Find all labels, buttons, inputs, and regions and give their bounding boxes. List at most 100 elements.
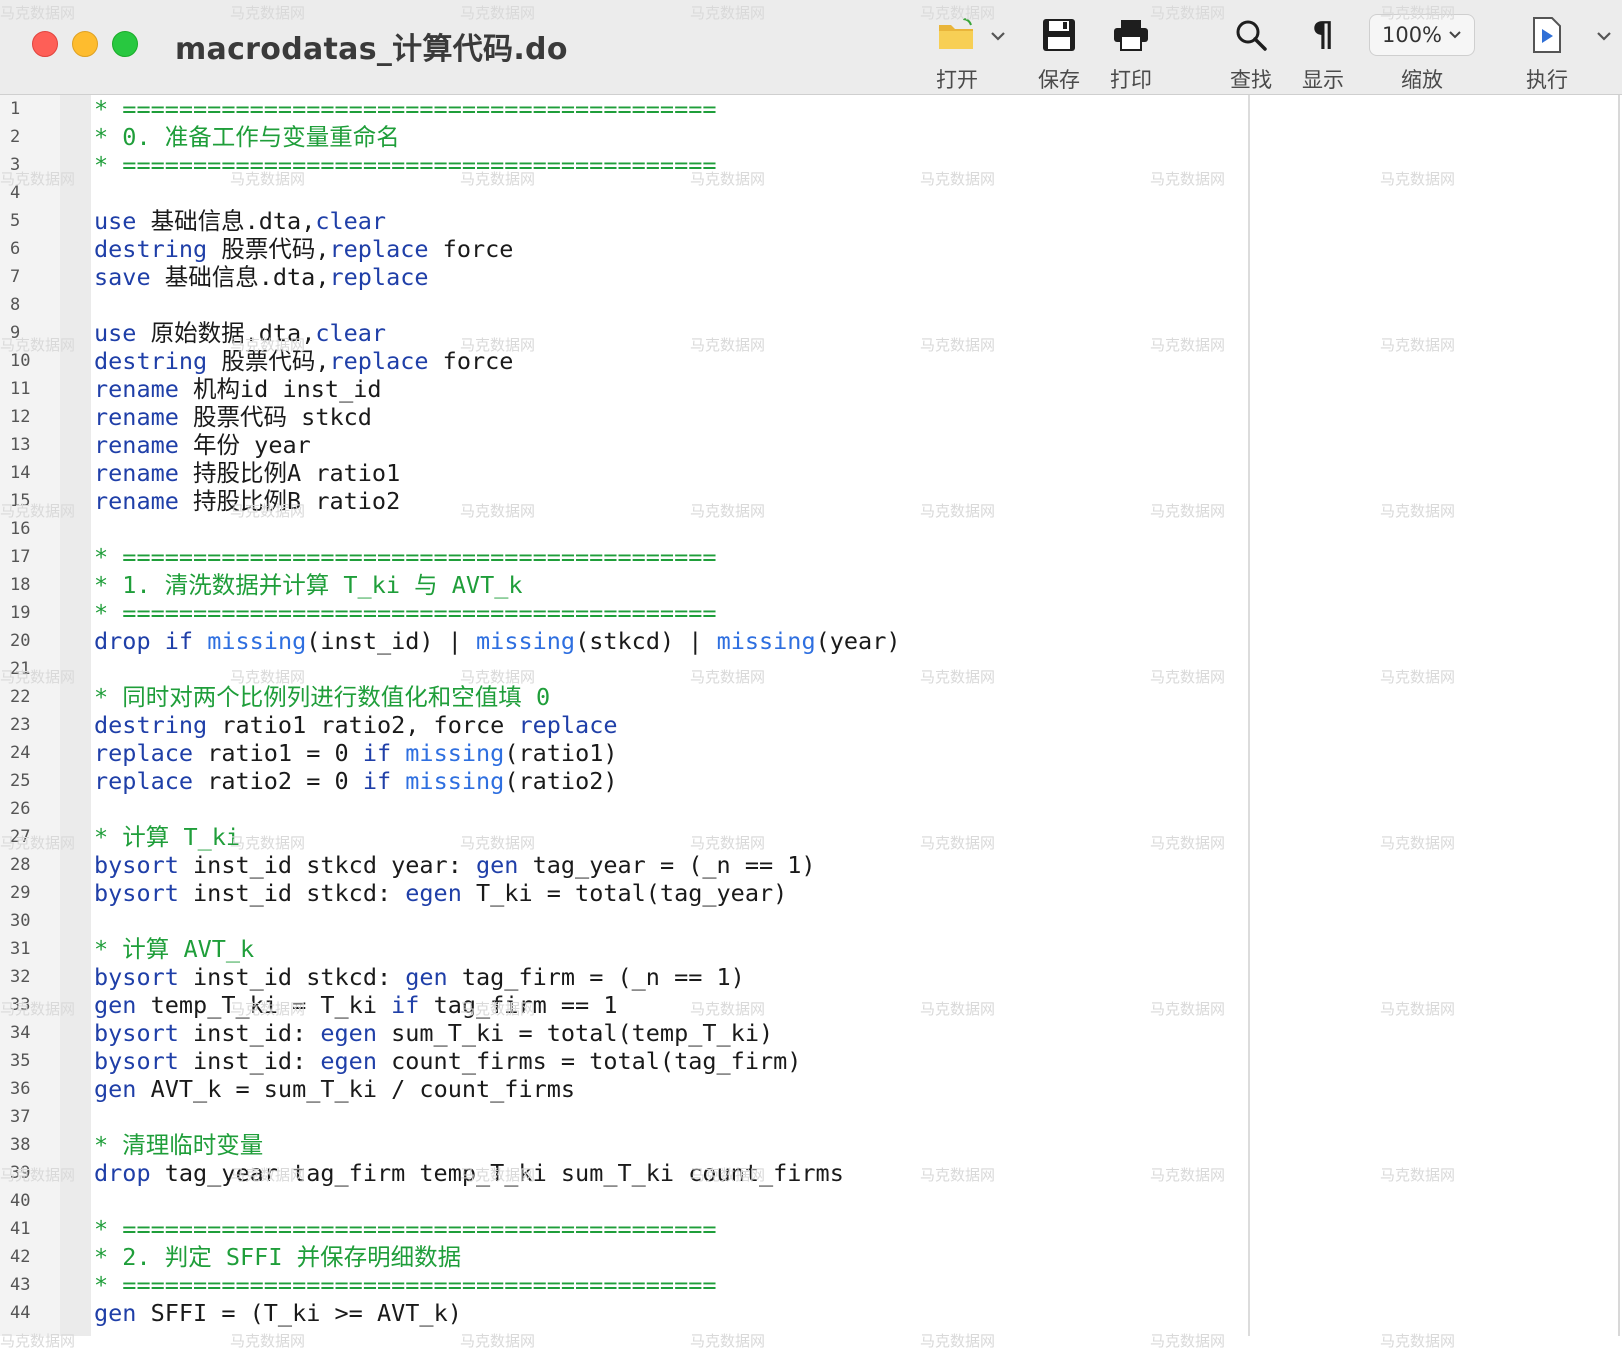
code-line[interactable]: 2 * 0. 准备工作与变量重命名 [0,123,1620,151]
code-text: destring ratio1 ratio2, force replace [94,711,618,739]
code-text: * 同时对两个比例列进行数值化和空值填 0 [94,683,550,711]
code-line[interactable]: 5 use 基础信息.dta,clear [0,207,1620,235]
code-line[interactable]: 32 bysort inst_id stkcd: gen tag_firm = (… [0,963,1620,991]
keyword-token: rename [94,459,179,487]
keyword-token: drop [94,1159,151,1187]
code-line[interactable]: 43 * ====================================… [0,1271,1620,1299]
code-line[interactable]: 3 * =====================================… [0,151,1620,179]
code-line[interactable]: 28 bysort inst_id stkcd year: gen tag_yea… [0,851,1620,879]
text-token: 持股比例B ratio2 [178,487,401,515]
zoom-control[interactable]: 100% 缩放 [1367,12,1477,94]
code-text: rename 机构id inst_id [94,375,382,403]
code-line[interactable]: 40 [0,1187,1620,1215]
code-line[interactable]: 17 * ====================================… [0,543,1620,571]
find-button[interactable]: 查找 [1210,12,1292,94]
line-number: 19 [10,603,31,623]
open-button[interactable]: 打开 [916,12,998,94]
zoom-select[interactable]: 100% [1369,14,1475,56]
code-line[interactable]: 1 * =====================================… [0,95,1620,123]
code-line[interactable]: 14 rename 持股比例A ratio1 [0,459,1620,487]
keyword-token: use [94,207,137,235]
keyword-token: destring [94,711,208,739]
text-token: 股票代码, [207,235,330,263]
code-line[interactable]: 20 drop if missing(inst_id) | missing(stk… [0,627,1620,655]
code-line[interactable]: 9 use 原始数据.dta,clear [0,319,1620,347]
code-line[interactable]: 8 [0,291,1620,319]
code-line[interactable]: 15 rename 持股比例B ratio2 [0,487,1620,515]
function-token: missing [716,627,816,655]
code-editor[interactable]: 1 * =====================================… [0,95,1622,1336]
open-label: 打开 [936,68,978,92]
comment-token: * ======================================… [94,95,717,123]
text-token: sum_T_ki = total(temp_T_ki) [376,1019,774,1047]
code-line[interactable]: 12 rename 股票代码 stkcd [0,403,1620,431]
code-line[interactable]: 13 rename 年份 year [0,431,1620,459]
keyword-token: drop [94,627,151,655]
keyword-token: bysort [94,851,179,879]
keyword-token: egen [320,1019,377,1047]
text-token: 机构id inst_id [178,375,382,403]
code-line[interactable]: 36 gen AVT_k = sum_T_ki / count_firms [0,1075,1620,1103]
code-text: rename 股票代码 stkcd [94,403,372,431]
code-line[interactable]: 34 bysort inst_id: egen sum_T_ki = total(… [0,1019,1620,1047]
code-line[interactable]: 24 replace ratio1 = 0 if missing(ratio1) [0,739,1620,767]
minimize-window-button[interactable] [72,31,98,57]
code-line[interactable]: 25 replace ratio2 = 0 if missing(ratio2) [0,767,1620,795]
close-window-button[interactable] [32,31,58,57]
code-line[interactable]: 33 gen temp_T_ki = T_ki if tag_firm == 1 [0,991,1620,1019]
run-options-chevron-icon[interactable] [1596,26,1612,45]
line-number: 38 [10,1135,31,1155]
code-line[interactable]: 4 [0,179,1620,207]
code-line[interactable]: 22 * 同时对两个比例列进行数值化和空值填 0 [0,683,1620,711]
code-line[interactable]: 7 save 基础信息.dta,replace [0,263,1620,291]
code-line[interactable]: 31 * 计算 AVT_k [0,935,1620,963]
code-line[interactable]: 23 destring ratio1 ratio2, force replace [0,711,1620,739]
line-number: 10 [10,351,31,371]
line-number: 12 [10,407,31,427]
print-button[interactable]: 打印 [1090,12,1172,94]
line-number: 2 [10,127,21,147]
text-token: SFFI = (T_ki >= AVT_k) [136,1299,462,1327]
code-line[interactable]: 27 * 计算 T_ki [0,823,1620,851]
keyword-token: bysort [94,1047,179,1075]
code-line[interactable]: 44 gen SFFI = (T_ki >= AVT_k) [0,1299,1620,1327]
keyword-token: replace [329,263,429,291]
code-line[interactable]: 21 [0,655,1620,683]
keyword-token: rename [94,487,179,515]
show-invisibles-button[interactable]: ¶ 显示 [1282,12,1364,94]
text-token: inst_id: [178,1047,321,1075]
text-token: inst_id stkcd year: [178,851,477,879]
keyword-token: replace [518,711,618,739]
text-token: (ratio2) [504,767,618,795]
code-line[interactable]: 30 [0,907,1620,935]
code-line[interactable]: 35 bysort inst_id: egen count_firms = tot… [0,1047,1620,1075]
code-line[interactable]: 38 * 清理临时变量 [0,1131,1620,1159]
code-text: * 计算 T_ki [94,823,240,851]
execute-button[interactable]: 执行 [1506,12,1588,94]
code-line[interactable]: 37 [0,1103,1620,1131]
code-text: bysort inst_id: egen sum_T_ki = total(te… [94,1019,773,1047]
save-button[interactable]: 保存 [1018,12,1100,94]
code-line[interactable]: 11 rename 机构id inst_id [0,375,1620,403]
text-token: (ratio1) [504,739,618,767]
code-line[interactable]: 41 * ====================================… [0,1215,1620,1243]
code-line[interactable]: 42 * 2. 判定 SFFI 并保存明细数据 [0,1243,1620,1271]
code-line[interactable]: 16 [0,515,1620,543]
code-line[interactable]: 6 destring 股票代码,replace force [0,235,1620,263]
window-titlebar: macrodatas_计算代码.do 打开 保存 打印 查找 ¶ 显示 100%… [0,0,1622,95]
comment-token: * 1. 清洗数据并计算 T_ki 与 AVT_k [94,571,523,599]
line-number: 20 [10,631,31,651]
code-line[interactable]: 10 destring 股票代码,replace force [0,347,1620,375]
code-line[interactable]: 39 drop tag_year tag_firm temp_T_ki sum_T… [0,1159,1620,1187]
code-line[interactable]: 18 * 1. 清洗数据并计算 T_ki 与 AVT_k [0,571,1620,599]
code-line[interactable]: 26 [0,795,1620,823]
line-number: 18 [10,575,31,595]
code-line[interactable]: 29 bysort inst_id stkcd: egen T_ki = tota… [0,879,1620,907]
zoom-label: 缩放 [1401,68,1443,92]
open-recent-chevron-icon[interactable] [990,26,1006,45]
code-text: * ======================================… [94,599,717,627]
code-line[interactable]: 19 * ====================================… [0,599,1620,627]
zoom-window-button[interactable] [112,31,138,57]
